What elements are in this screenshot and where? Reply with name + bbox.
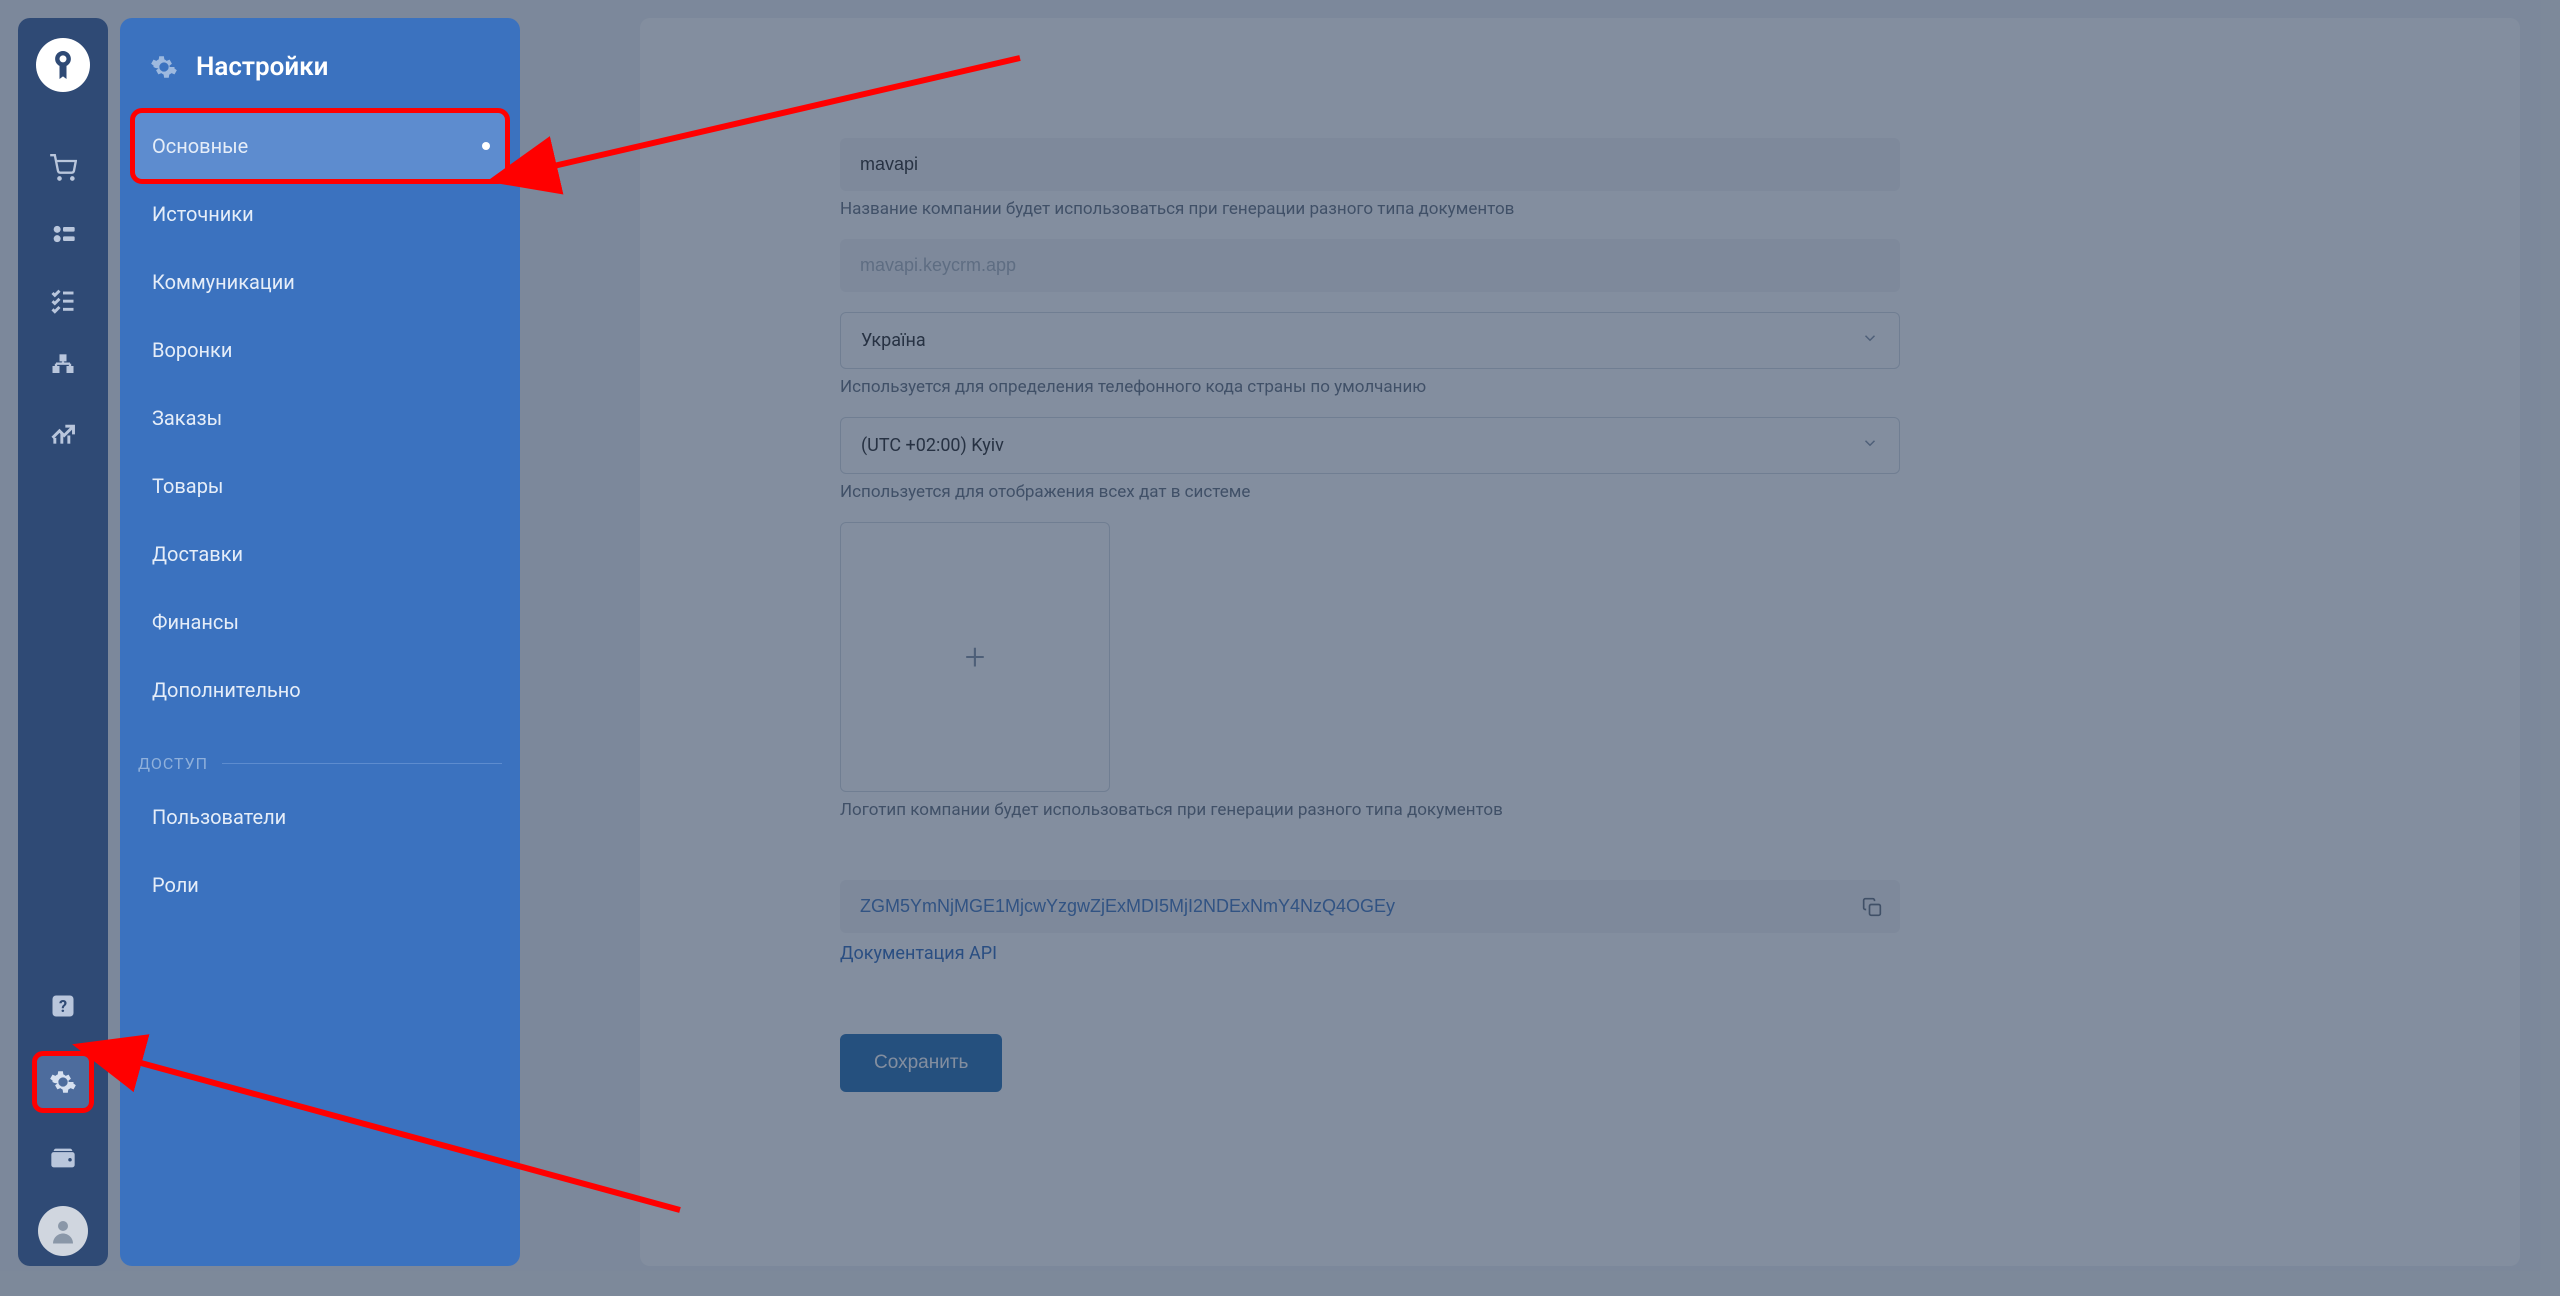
access-items-list: ПользователиРоли <box>120 783 520 919</box>
company-name-input[interactable] <box>840 138 1900 191</box>
timezone-help: Используется для отображения всех дат в … <box>840 482 1900 502</box>
api-key-field <box>840 880 1844 933</box>
plus-icon: + <box>965 636 985 678</box>
settings-item-2[interactable]: Коммуникации <box>134 248 506 316</box>
country-select-value: Україна <box>861 330 926 351</box>
main-content: Название компании будет использоваться п… <box>540 18 2520 1266</box>
settings-items-list: ОсновныеИсточникиКоммуникацииВоронкиЗака… <box>120 112 520 724</box>
rail-settings-icon[interactable] <box>35 1054 91 1110</box>
settings-item-7[interactable]: Финансы <box>134 588 506 656</box>
copy-icon <box>1862 897 1882 917</box>
settings-item-1[interactable]: Источники <box>134 180 506 248</box>
settings-item-0[interactable]: Основные <box>134 112 506 180</box>
settings-item-5[interactable]: Товары <box>134 452 506 520</box>
rail-chats-icon[interactable] <box>35 206 91 262</box>
company-name-help: Название компании будет использоваться п… <box>840 199 1900 219</box>
svg-text:?: ? <box>59 997 67 1016</box>
domain-input <box>840 239 1900 292</box>
rail-user-avatar[interactable] <box>38 1206 88 1256</box>
save-button[interactable]: Сохранить <box>840 1034 1002 1092</box>
rail-analytics-icon[interactable] <box>35 404 91 460</box>
rail-products-icon[interactable] <box>35 338 91 394</box>
settings-form-card: Название компании будет использоваться п… <box>640 18 2520 1266</box>
app-logo[interactable] <box>36 38 90 92</box>
timezone-select-value: (UTC +02:00) Kyiv <box>861 435 1004 456</box>
gear-icon <box>150 53 178 81</box>
rail-tasks-icon[interactable] <box>35 272 91 328</box>
logo-help: Логотип компании будет использоваться пр… <box>840 800 1900 820</box>
settings-item-4[interactable]: Заказы <box>134 384 506 452</box>
api-doc-link[interactable]: Документация API <box>840 943 997 964</box>
settings-item-3[interactable]: Воронки <box>134 316 506 384</box>
access-item-1[interactable]: Роли <box>134 851 506 919</box>
settings-item-6[interactable]: Доставки <box>134 520 506 588</box>
access-item-0[interactable]: Пользователи <box>134 783 506 851</box>
settings-panel-title: Настройки <box>196 52 328 82</box>
icon-rail: ? <box>18 18 108 1266</box>
settings-item-8[interactable]: Дополнительно <box>134 656 506 724</box>
country-help: Используется для определения телефонного… <box>840 377 1900 397</box>
settings-submenu-panel: Настройки ОсновныеИсточникиКоммуникацииВ… <box>120 18 520 1266</box>
country-select[interactable]: Україна <box>840 312 1900 369</box>
rail-orders-icon[interactable] <box>35 140 91 196</box>
logo-upload[interactable]: + <box>840 522 1110 792</box>
chevron-down-icon <box>1861 434 1879 457</box>
chevron-down-icon <box>1861 329 1879 352</box>
settings-panel-header: Настройки <box>120 52 520 112</box>
copy-api-key-button[interactable] <box>1844 880 1900 933</box>
timezone-select[interactable]: (UTC +02:00) Kyiv <box>840 417 1900 474</box>
rail-help-icon[interactable]: ? <box>35 978 91 1034</box>
access-section-label: ДОСТУП <box>120 724 520 783</box>
rail-wallet-icon[interactable] <box>35 1130 91 1186</box>
